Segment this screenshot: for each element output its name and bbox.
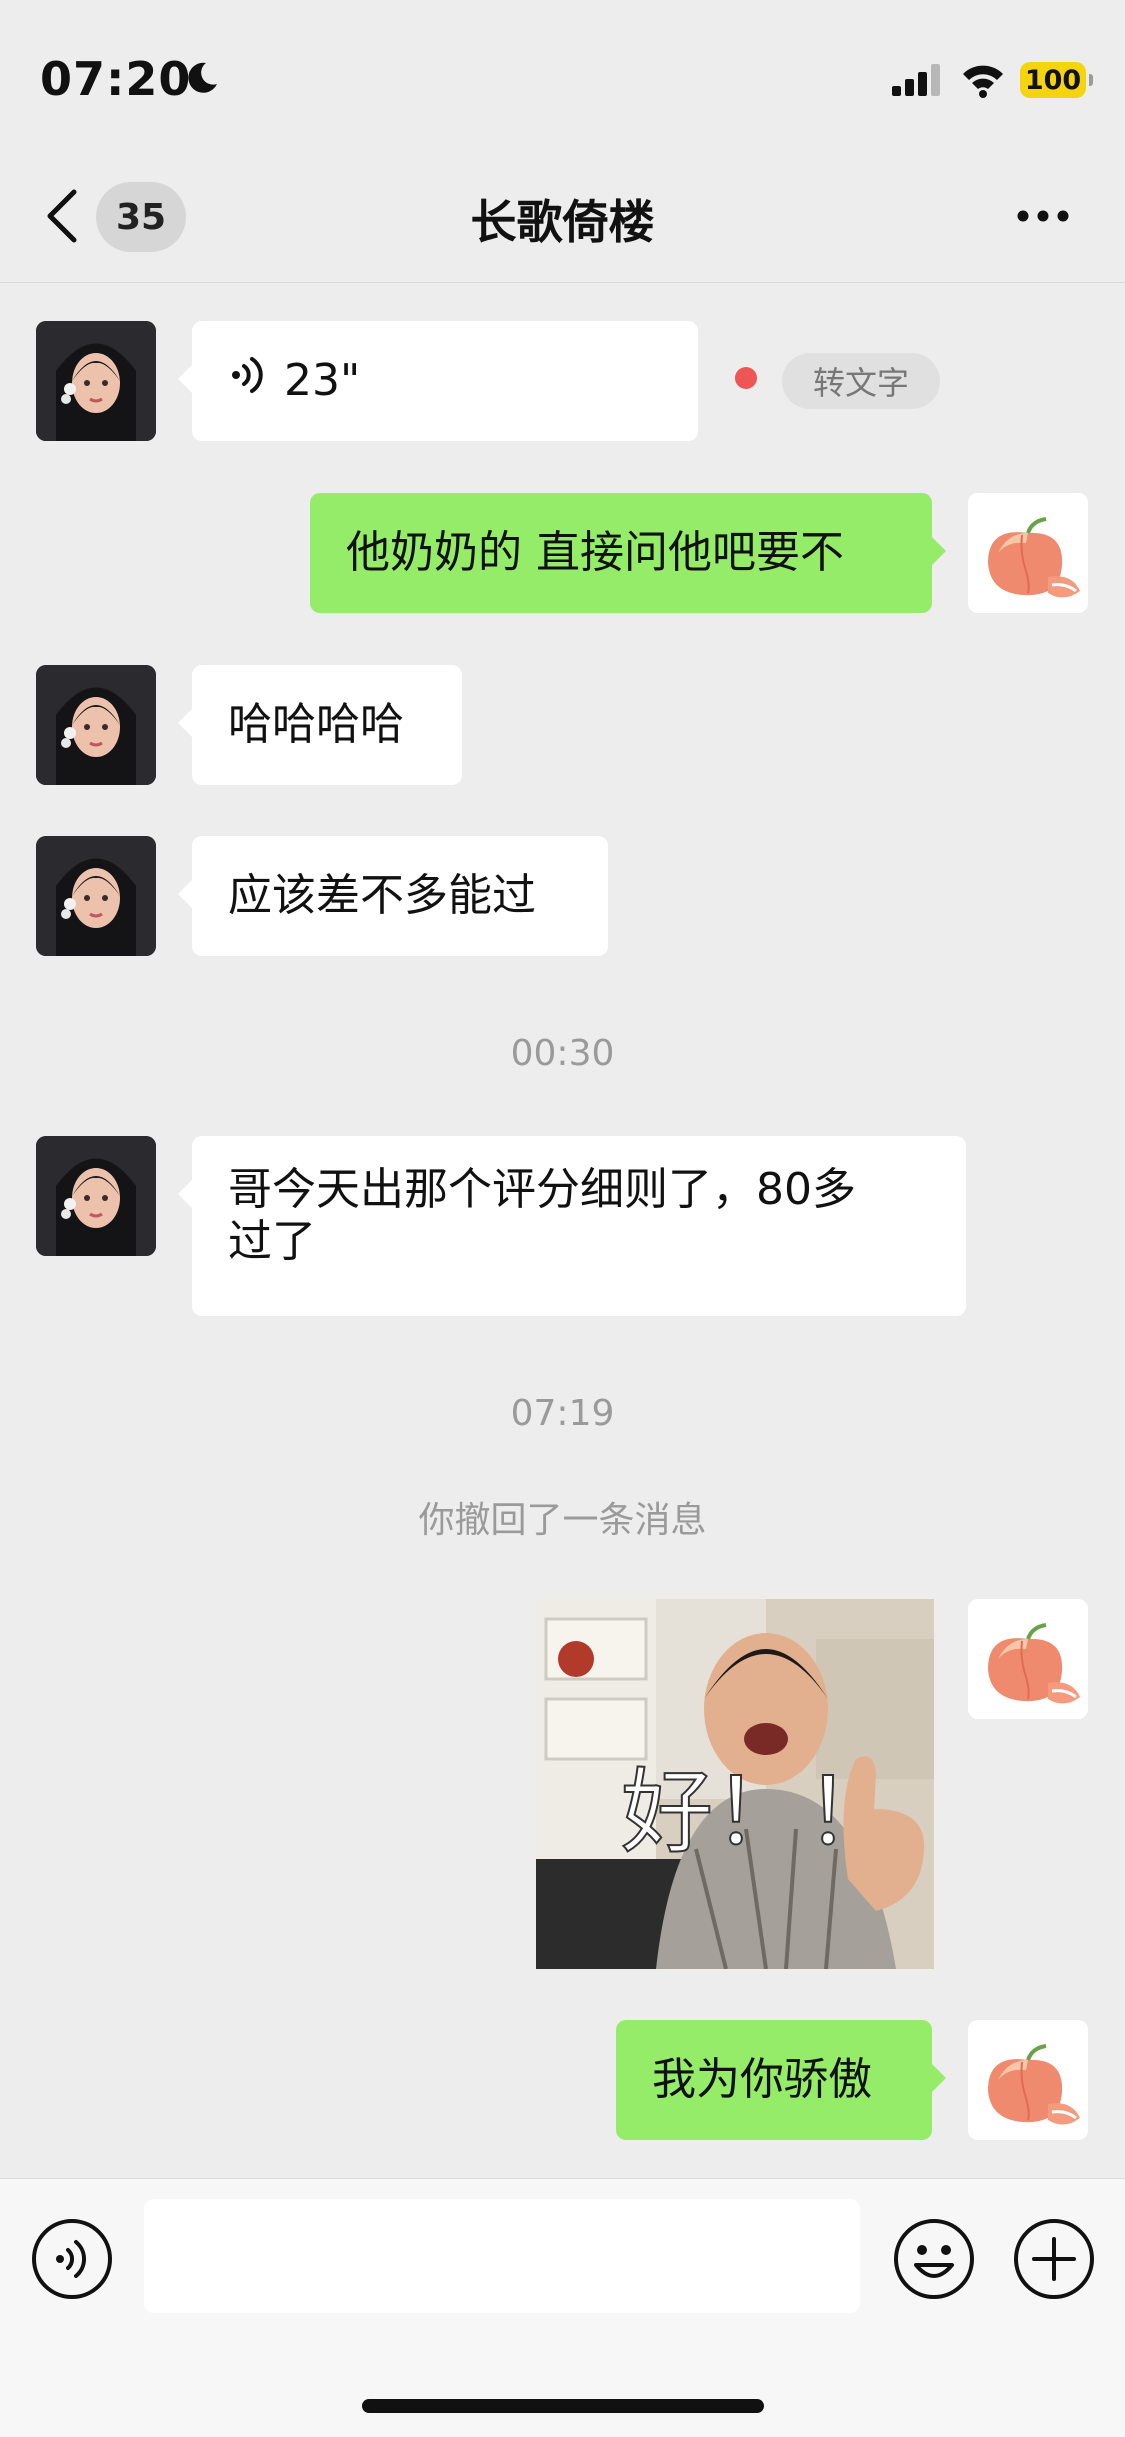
message-line: 过了	[228, 1216, 316, 1267]
wifi-icon	[960, 62, 1006, 102]
recalled-message-notice: 你撤回了一条消息	[418, 1500, 707, 1541]
incoming-message-bubble[interactable]: 哈哈哈哈	[178, 665, 462, 785]
chat-header: 35 长歌倚楼	[0, 150, 1125, 283]
sticker-caption: 好！！	[621, 1759, 897, 1866]
battery-icon: 100	[1020, 62, 1093, 98]
plus-icon[interactable]	[1012, 2217, 1096, 2305]
sticker-image[interactable]: 好！！	[536, 1599, 934, 1969]
outgoing-message-bubble[interactable]: 他奶奶的 直接问他吧要不	[310, 493, 946, 613]
contact-avatar[interactable]	[36, 321, 156, 441]
incoming-message-bubble[interactable]: 哥今天出那个评分细则了，80多 过了	[178, 1136, 966, 1316]
emoji-icon[interactable]	[892, 2217, 976, 2305]
moon-icon	[184, 60, 220, 100]
signal-icon	[892, 64, 944, 100]
status-bar: 07:20 100	[0, 0, 1125, 150]
voice-duration: 23"	[284, 355, 361, 406]
message-input[interactable]	[144, 2199, 860, 2313]
more-icon[interactable]	[1016, 208, 1070, 227]
voice-message-bubble[interactable]: 23"	[178, 321, 698, 441]
contact-avatar[interactable]	[36, 836, 156, 956]
time-stamp: 07:19	[510, 1393, 615, 1434]
my-avatar[interactable]	[968, 2020, 1088, 2140]
status-time: 07:20	[40, 52, 192, 106]
incoming-message-bubble[interactable]: 应该差不多能过	[178, 836, 608, 956]
home-indicator[interactable]	[362, 2399, 764, 2413]
my-avatar[interactable]	[968, 493, 1088, 613]
chat-title: 长歌倚楼	[470, 195, 655, 249]
voice-wave-icon	[230, 355, 266, 407]
voice-toggle-icon[interactable]	[30, 2217, 114, 2305]
outgoing-message-bubble[interactable]: 我为你骄傲	[616, 2020, 946, 2140]
message-line: 哥今天出那个评分细则了，80多	[228, 1164, 856, 1215]
unread-voice-dot	[735, 367, 757, 389]
my-avatar[interactable]	[968, 1599, 1088, 1719]
time-stamp: 00:30	[510, 1033, 615, 1074]
contact-avatar[interactable]	[36, 1136, 156, 1256]
contact-avatar[interactable]	[36, 665, 156, 785]
to-text-button[interactable]: 转文字	[782, 353, 940, 409]
message-list[interactable]: 23" 转文字 他奶奶的 直接问他吧要不 哈哈哈哈 应该差不多能过 00:30 …	[0, 283, 1125, 2178]
input-bar	[0, 2178, 1125, 2437]
